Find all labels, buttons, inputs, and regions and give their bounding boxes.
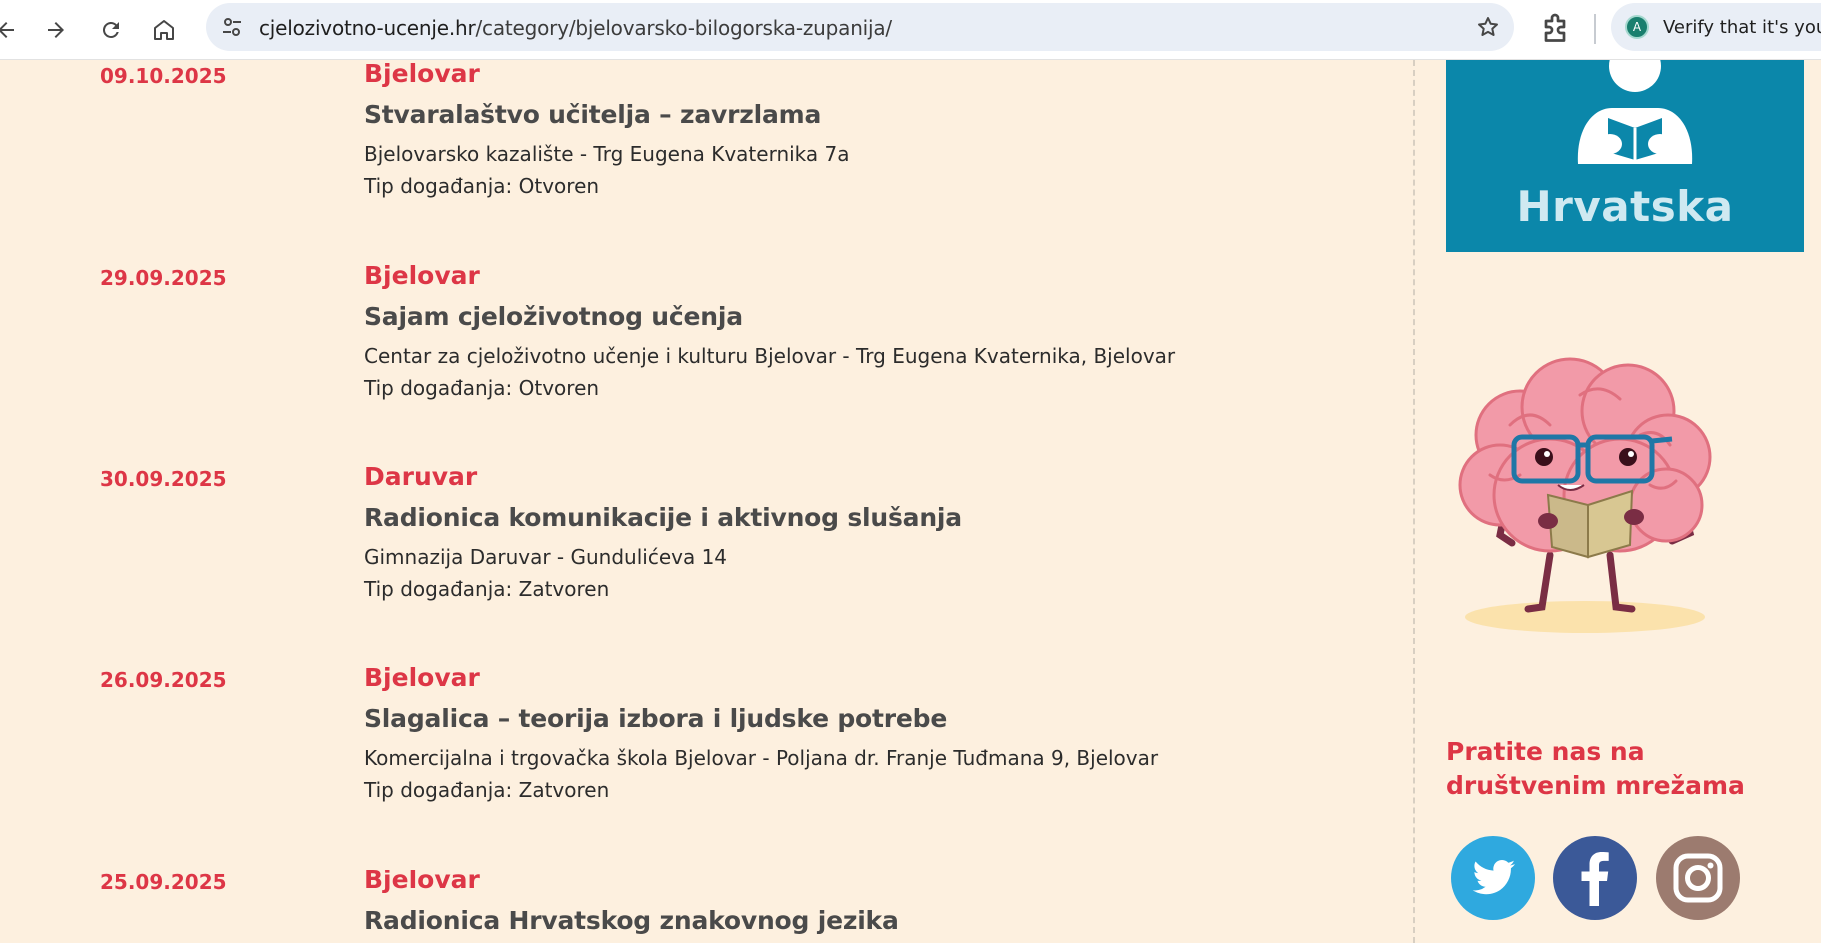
event-type: Tip događanja: Zatvoren [364,778,610,802]
event-date: 25.09.2025 [100,870,227,894]
event-title[interactable]: Radionica Hrvatskog znakovnog jezika [364,906,899,935]
reload-icon [102,21,119,38]
event-title[interactable]: Slagalica – teorija izbora i ljudske pot… [364,704,947,733]
event-city[interactable]: Bjelovar [364,663,480,692]
bookmark-star-icon[interactable] [1476,15,1500,39]
reload-button[interactable] [91,10,131,50]
arrow-right-icon [48,22,64,38]
event-item: 30.09.2025 Daruvar Radionica komunikacij… [0,462,1400,657]
event-date: 29.09.2025 [100,266,227,290]
event-city[interactable]: Daruvar [364,462,477,491]
event-type: Tip događanja: Otvoren [364,376,600,400]
url-path: /category/bjelovarsko-bilogorska-zupanij… [475,16,893,40]
event-location: Gimnazija Daruvar - Gundulićeva 14 [364,545,728,569]
event-location: Komercijalna i trgovačka škola Bjelovar … [364,746,1159,770]
extensions-puzzle-icon[interactable] [1537,12,1573,48]
url-domain: cjelozivotno-ucenje.hr [259,16,476,40]
event-date: 09.10.2025 [100,64,227,88]
instagram-icon [1656,836,1740,920]
profile-button[interactable]: A Verify that it's you [1611,3,1821,51]
event-title[interactable]: Radionica komunikacije i aktivnog slušan… [364,503,962,532]
event-city[interactable]: Bjelovar [364,261,480,290]
event-location: Bjelovarsko kazalište - Trg Eugena Kvate… [364,142,850,166]
browser-toolbar: cjelozivotno-ucenje.hr/category/bjelovar… [0,0,1821,60]
sidebar-divider [1413,60,1415,943]
back-button[interactable] [0,10,26,50]
profile-status-text: Verify that it's you [1663,17,1821,38]
twitter-button[interactable] [1451,836,1535,920]
event-city[interactable]: Bjelovar [364,870,480,894]
event-title[interactable]: Stvaralaštvo učitelja – zavrzlama [364,100,821,129]
event-title[interactable]: Sajam cjeloživotnog učenja [364,302,743,331]
home-icon [154,20,174,40]
banner-text: Hrvatska [1516,182,1734,231]
event-location: Centar za cjeloživotno učenje i kulturu … [364,344,1176,368]
url-text[interactable]: cjelozivotno-ucenje.hr/category/bjelovar… [259,16,892,40]
event-item: 09.10.2025 Bjelovar Stvaralaštvo učitelj… [0,59,1400,254]
address-bar[interactable]: cjelozivotno-ucenje.hr/category/bjelovar… [206,3,1514,51]
event-city[interactable]: Bjelovar [364,59,480,88]
event-date: 26.09.2025 [100,668,227,692]
facebook-icon [1553,836,1637,920]
event-type: Tip događanja: Otvoren [364,174,600,198]
site-settings-icon[interactable] [220,15,244,39]
reading-person-icon [1577,60,1693,164]
promo-banner[interactable]: Hrvatska [1446,60,1804,252]
toolbar-separator [1594,14,1596,44]
brain-reading-illustration [1458,357,1712,633]
home-button[interactable] [144,10,184,50]
event-item: 25.09.2025 Bjelovar Radionica Hrvatskog … [0,870,1400,943]
instagram-button[interactable] [1656,836,1740,920]
event-type: Tip događanja: Zatvoren [364,577,610,601]
arrow-left-icon [0,22,14,38]
event-item: 29.09.2025 Bjelovar Sajam cjeloživotnog … [0,261,1400,456]
forward-button[interactable] [36,10,76,50]
social-heading: Pratite nas na društvenim mrežama [1446,737,1745,800]
twitter-icon [1451,836,1535,920]
facebook-button[interactable] [1553,836,1637,920]
event-date: 30.09.2025 [100,467,227,491]
event-item: 26.09.2025 Bjelovar Slagalica – teorija … [0,663,1400,858]
avatar: A [1625,15,1649,39]
